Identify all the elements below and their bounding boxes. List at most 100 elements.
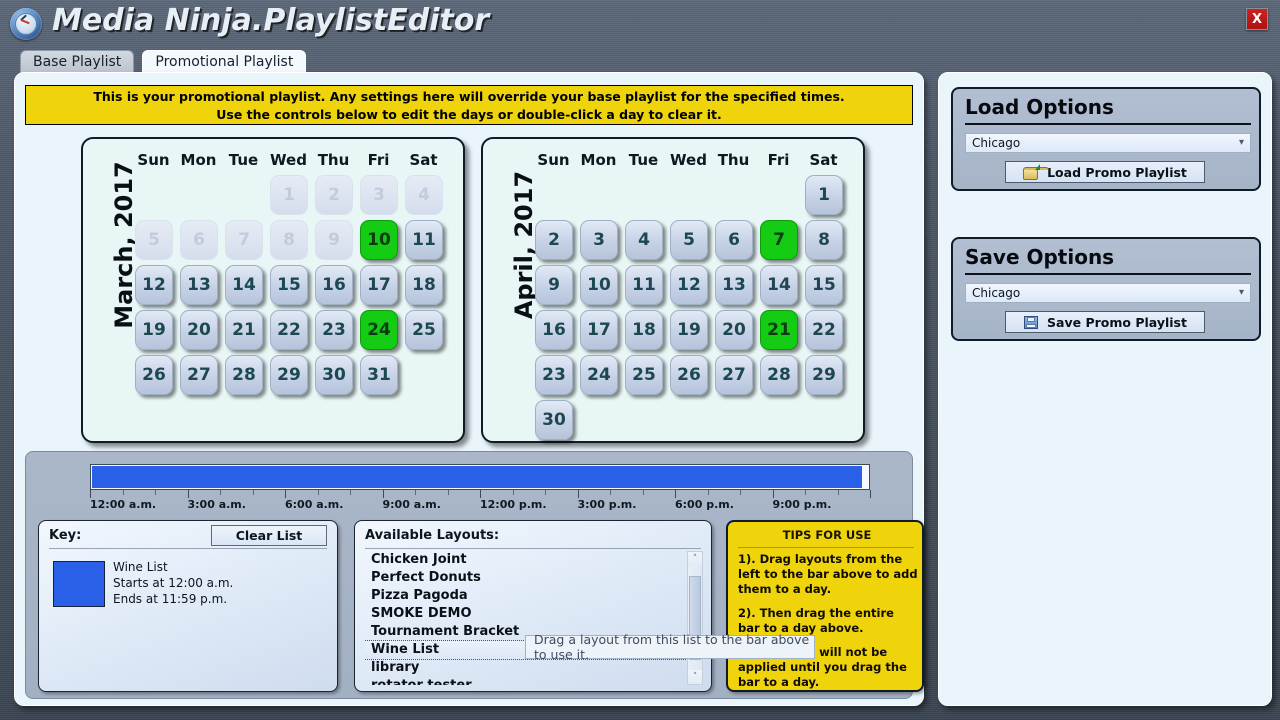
close-button[interactable]: X bbox=[1246, 8, 1268, 30]
calendar-day-18[interactable]: 18 bbox=[405, 265, 443, 305]
calendar-day-6: 6 bbox=[180, 220, 218, 260]
calendar-day-cell: 4 bbox=[401, 173, 446, 218]
timeline-bar-fill[interactable] bbox=[92, 466, 863, 488]
calendar-day-25[interactable]: 25 bbox=[625, 355, 663, 395]
load-promo-playlist-button[interactable]: Load Promo Playlist bbox=[1005, 161, 1205, 183]
save-promo-playlist-button[interactable]: Save Promo Playlist bbox=[1005, 311, 1205, 333]
calendar-day-24[interactable]: 24 bbox=[360, 310, 398, 350]
timeline-tick bbox=[252, 490, 254, 495]
calendar-day-8[interactable]: 8 bbox=[805, 220, 843, 260]
promotional-notice: This is your promotional playlist. Any s… bbox=[25, 85, 913, 125]
available-layouts-panel: Available Layouts: Chicken Joint Perfect … bbox=[354, 520, 712, 692]
calendar-day-cell: 2 bbox=[311, 173, 356, 218]
calendar-day-cell: 1 bbox=[266, 173, 311, 218]
layout-list-item[interactable]: Perfect Donuts bbox=[365, 569, 687, 587]
calendar-day-3[interactable]: 3 bbox=[580, 220, 618, 260]
calendar-day-20[interactable]: 20 bbox=[715, 310, 753, 350]
calendar-weekday: Tue bbox=[228, 151, 259, 169]
calendar-day-17[interactable]: 17 bbox=[360, 265, 398, 305]
calendar-weekday-header: Sun Mon Tue Wed Thu Fri Sat bbox=[131, 147, 461, 173]
calendar-day-5[interactable]: 5 bbox=[670, 220, 708, 260]
calendar-day-11[interactable]: 11 bbox=[405, 220, 443, 260]
calendar-day-11[interactable]: 11 bbox=[625, 265, 663, 305]
calendar-day-30[interactable]: 30 bbox=[535, 400, 573, 440]
layout-list-item[interactable]: Pizza Pagoda bbox=[365, 587, 687, 605]
calendar-day-8: 8 bbox=[270, 220, 308, 260]
timeline-tick bbox=[317, 490, 319, 495]
calendar-day-21[interactable]: 21 bbox=[225, 310, 263, 350]
calendar-day-22[interactable]: 22 bbox=[270, 310, 308, 350]
calendar-day-26[interactable]: 26 bbox=[670, 355, 708, 395]
calendar-day-cell: 10 bbox=[576, 263, 621, 308]
calendar-day-16[interactable]: 16 bbox=[315, 265, 353, 305]
calendar-day-10[interactable]: 10 bbox=[580, 265, 618, 305]
calendar-day-13[interactable]: 13 bbox=[180, 265, 218, 305]
calendar-day-29[interactable]: 29 bbox=[270, 355, 308, 395]
calendar-day-27[interactable]: 27 bbox=[180, 355, 218, 395]
calendar-day-4[interactable]: 4 bbox=[625, 220, 663, 260]
save-location-select[interactable]: Chicago ▾ bbox=[965, 283, 1251, 303]
calendar-day-26[interactable]: 26 bbox=[135, 355, 173, 395]
calendar-day-18[interactable]: 18 bbox=[625, 310, 663, 350]
calendar-day-5: 5 bbox=[135, 220, 173, 260]
calendar-day-7[interactable]: 7 bbox=[760, 220, 798, 260]
calendar-day-14[interactable]: 14 bbox=[760, 265, 798, 305]
calendar-day-cell bbox=[131, 173, 176, 218]
layout-list-item[interactable]: SMOKE DEMO bbox=[365, 605, 687, 623]
calendar-day-28[interactable]: 28 bbox=[760, 355, 798, 395]
calendar-day-12[interactable]: 12 bbox=[135, 265, 173, 305]
calendar-day-16[interactable]: 16 bbox=[535, 310, 573, 350]
timeline-tick-label: 12:00 a.m. bbox=[90, 498, 157, 511]
calendar-day-31[interactable]: 31 bbox=[360, 355, 398, 395]
clear-list-button[interactable]: Clear List bbox=[211, 525, 327, 546]
calendar-day-cell bbox=[621, 398, 666, 443]
calendar-day-13[interactable]: 13 bbox=[715, 265, 753, 305]
scroll-up-icon[interactable]: ˄ bbox=[688, 552, 702, 566]
load-location-value: Chicago bbox=[972, 136, 1021, 150]
title-bar: Media Ninja.PlaylistEditor X bbox=[0, 0, 1280, 46]
timeline-tick bbox=[837, 490, 839, 495]
layout-list-item[interactable]: Chicken Joint bbox=[365, 551, 687, 569]
timeline-bar[interactable] bbox=[90, 464, 870, 490]
calendar-day-cell: 16 bbox=[531, 308, 576, 353]
right-sidebar: Load Options Chicago ▾ Load Promo Playli… bbox=[938, 72, 1272, 706]
calendar-week: 1234 bbox=[131, 173, 461, 218]
timeline-tick bbox=[220, 490, 221, 495]
calendar-day-24[interactable]: 24 bbox=[580, 355, 618, 395]
calendar-day-12[interactable]: 12 bbox=[670, 265, 708, 305]
calendar-day-20[interactable]: 20 bbox=[180, 310, 218, 350]
calendar-day-15[interactable]: 15 bbox=[270, 265, 308, 305]
calendar-day-15[interactable]: 15 bbox=[805, 265, 843, 305]
calendar-day-23[interactable]: 23 bbox=[315, 310, 353, 350]
layouts-scrollbar[interactable]: ˄ ˅ bbox=[687, 551, 703, 685]
calendar-day-cell: 27 bbox=[711, 353, 756, 398]
calendar-day-9[interactable]: 9 bbox=[535, 265, 573, 305]
tab-promotional-playlist[interactable]: Promotional Playlist bbox=[142, 50, 307, 74]
calendar-day-22[interactable]: 22 bbox=[805, 310, 843, 350]
calendar-day-27[interactable]: 27 bbox=[715, 355, 753, 395]
calendar-day-6[interactable]: 6 bbox=[715, 220, 753, 260]
calendar-day-19[interactable]: 19 bbox=[670, 310, 708, 350]
tab-base-playlist[interactable]: Base Playlist bbox=[20, 50, 135, 74]
notice-line-1: This is your promotional playlist. Any s… bbox=[93, 89, 845, 104]
calendar-day-19[interactable]: 19 bbox=[135, 310, 173, 350]
load-location-select[interactable]: Chicago ▾ bbox=[965, 133, 1251, 153]
calendar-day-25[interactable]: 25 bbox=[405, 310, 443, 350]
calendar-day-17[interactable]: 17 bbox=[580, 310, 618, 350]
calendar-day-30[interactable]: 30 bbox=[315, 355, 353, 395]
scroll-down-icon[interactable]: ˅ bbox=[688, 670, 702, 684]
calendar-day-cell bbox=[801, 398, 846, 443]
layout-list-item[interactable]: rotator tester bbox=[365, 677, 687, 685]
calendar-day-14[interactable]: 14 bbox=[225, 265, 263, 305]
calendar-day-23[interactable]: 23 bbox=[535, 355, 573, 395]
tips-panel: TIPS FOR USE 1). Drag layouts from the l… bbox=[726, 520, 924, 692]
calendar-day-1[interactable]: 1 bbox=[805, 175, 843, 215]
available-layouts-list[interactable]: Chicken Joint Perfect Donuts Pizza Pagoda S… bbox=[365, 551, 687, 685]
calendar-day-28[interactable]: 28 bbox=[225, 355, 263, 395]
calendar-day-29[interactable]: 29 bbox=[805, 355, 843, 395]
calendar-day-21[interactable]: 21 bbox=[760, 310, 798, 350]
calendar-day-cell: 5 bbox=[131, 218, 176, 263]
calendar-day-10[interactable]: 10 bbox=[360, 220, 398, 260]
calendar-day-2[interactable]: 2 bbox=[535, 220, 573, 260]
calendar-day-cell: 7 bbox=[221, 218, 266, 263]
